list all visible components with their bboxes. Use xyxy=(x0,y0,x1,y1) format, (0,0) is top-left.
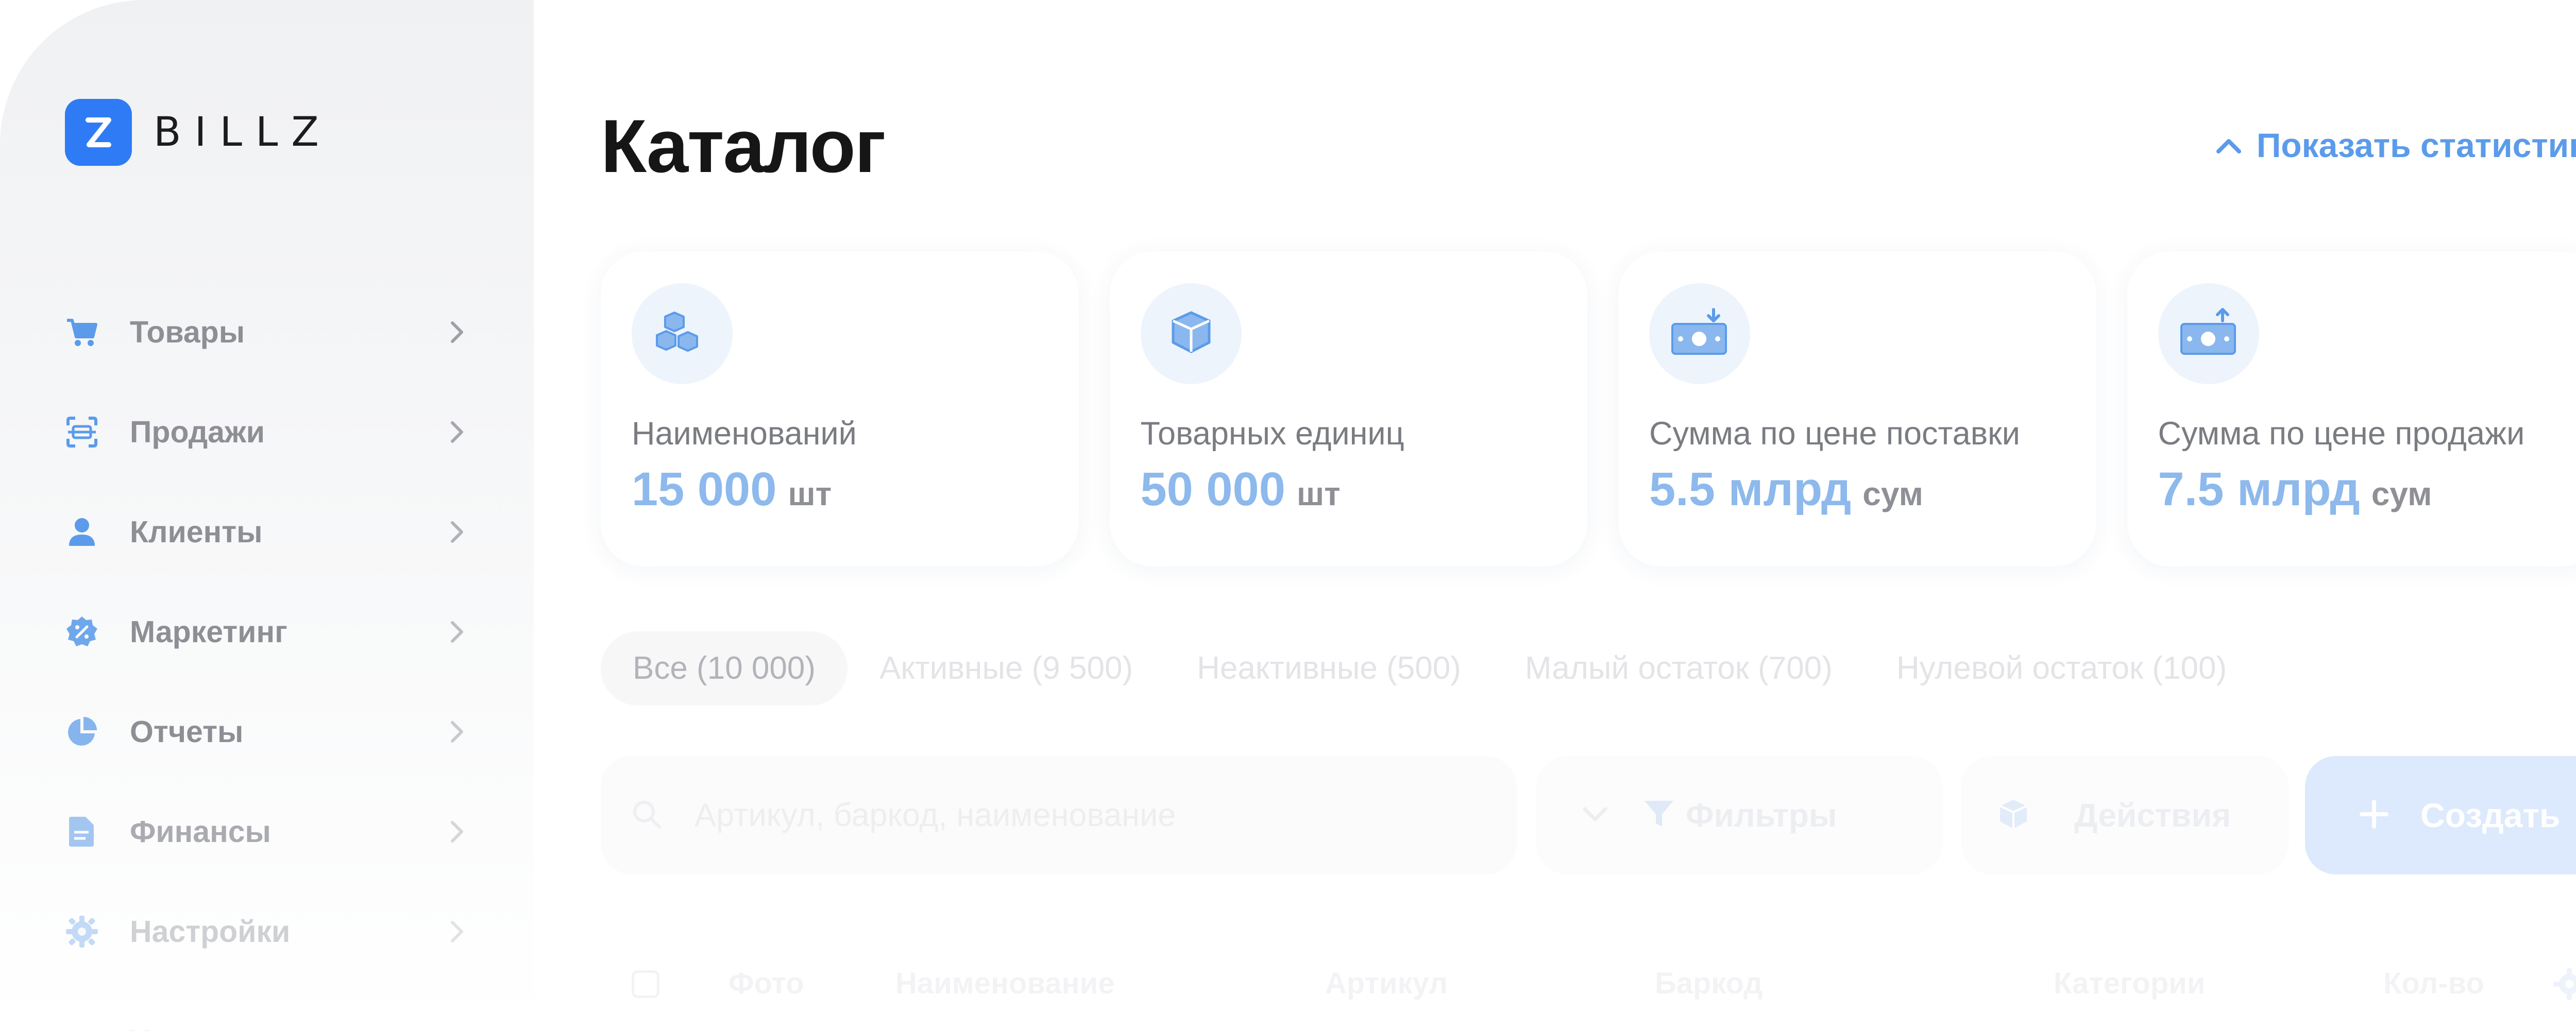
stat-unit: шт xyxy=(788,475,832,512)
sidebar-item-label: Клиенты xyxy=(130,515,263,549)
sidebar-item-clients[interactable]: Клиенты xyxy=(65,482,472,582)
actions-button[interactable]: Действия xyxy=(1961,756,2289,874)
column-photo[interactable]: Фото xyxy=(728,966,804,1001)
billz-logo-icon xyxy=(65,99,132,166)
page-title: Каталог xyxy=(601,104,886,188)
create-label: Создать xyxy=(2420,796,2561,834)
money-out-icon xyxy=(2158,283,2259,384)
tab-zero-stock[interactable]: Нулевой остаток (100) xyxy=(1865,631,2259,706)
stat-label: Товарных единиц xyxy=(1140,416,1404,452)
filter-icon xyxy=(1642,798,1675,833)
show-stats-link[interactable]: Показать статистику xyxy=(2214,126,2576,165)
stat-card-supply-sum: Сумма по цене поставки 5.5 млрд сум xyxy=(1618,251,2096,566)
sidebar-item-marketing[interactable]: Маркетинг xyxy=(65,582,472,682)
brand-logo[interactable]: BILLZ xyxy=(65,99,332,166)
stat-unit: сум xyxy=(2371,475,2432,512)
column-quantity[interactable]: Кол-во xyxy=(2383,966,2484,1001)
sidebar-item-management[interactable]: Управление xyxy=(65,982,472,1031)
column-article[interactable]: Артикул xyxy=(1325,966,1448,1001)
stat-label: Сумма по цене поставки xyxy=(1649,416,2020,452)
sidebar-item-label: Продажи xyxy=(130,415,265,449)
box-icon xyxy=(1140,283,1242,384)
catalog-toolbar: Фильтры Действия Создать xyxy=(601,756,2576,874)
discount-badge-icon xyxy=(65,615,99,649)
select-all-checkbox[interactable] xyxy=(632,970,659,998)
brand-name: BILLZ xyxy=(154,109,332,156)
sidebar-item-sales[interactable]: Продажи xyxy=(65,382,472,482)
column-name[interactable]: Наименование xyxy=(895,966,1115,1001)
sidebar-item-label: Маркетинг xyxy=(130,615,287,649)
column-barcode[interactable]: Баркод xyxy=(1655,966,1762,1001)
sidebar-item-reports[interactable]: Отчеты xyxy=(65,682,472,782)
column-settings-icon[interactable] xyxy=(2552,967,2576,1004)
tab-active[interactable]: Активные (9 500) xyxy=(848,631,1165,706)
stat-label: Сумма по цене продажи xyxy=(2158,416,2525,452)
stat-number: 7.5 млрд xyxy=(2158,463,2360,516)
chevron-down-icon[interactable] xyxy=(1580,804,1611,827)
show-stats-label: Показать статистику xyxy=(2256,126,2576,164)
sidebar-item-label: Финансы xyxy=(130,815,271,849)
stat-number: 15 000 xyxy=(632,463,777,516)
stat-card-items: Наименований 15 000 шт xyxy=(601,251,1079,566)
column-categories[interactable]: Категории xyxy=(2054,966,2206,1001)
scan-icon xyxy=(65,415,99,449)
money-in-icon xyxy=(1649,283,1750,384)
management-icon xyxy=(65,1025,99,1031)
chevron-right-icon xyxy=(441,916,472,947)
sidebar-item-finance[interactable]: Финансы xyxy=(65,782,472,882)
sidebar-item-label: Управление xyxy=(130,1024,310,1031)
chevron-right-icon xyxy=(441,616,472,647)
search-box xyxy=(601,756,1517,874)
search-input[interactable] xyxy=(694,797,1467,834)
sidebar: BILLZ Товары Продажи Клиенты Маркетинг О… xyxy=(0,0,534,1031)
pie-chart-icon xyxy=(65,715,99,749)
filters-label: Фильтры xyxy=(1686,797,1837,834)
stat-value: 15 000 шт xyxy=(632,462,832,517)
stats-row: Наименований 15 000 шт Товарных единиц 50… xyxy=(601,251,2576,566)
stat-unit: сум xyxy=(1862,475,1923,512)
chevron-right-icon xyxy=(441,716,472,747)
main-content: Каталог Показать статистику Наименований… xyxy=(601,0,2576,1031)
table-header: Фото Наименование Артикул Баркод Категор… xyxy=(601,966,2576,1012)
gear-icon xyxy=(65,915,99,949)
stat-label: Наименований xyxy=(632,416,857,452)
search-icon xyxy=(630,797,664,834)
user-icon xyxy=(65,515,99,549)
chevron-right-icon xyxy=(441,816,472,847)
tab-all[interactable]: Все (10 000) xyxy=(601,631,848,706)
sidebar-item-products[interactable]: Товары xyxy=(65,282,472,382)
sidebar-item-label: Настройки xyxy=(130,915,291,949)
sidebar-item-label: Товары xyxy=(130,315,245,349)
stat-card-units: Товарных единиц 50 000 шт xyxy=(1109,251,1587,566)
stat-number: 50 000 xyxy=(1140,463,1285,516)
tab-inactive[interactable]: Неактивные (500) xyxy=(1165,631,1493,706)
chevron-right-icon xyxy=(441,417,472,448)
chevron-right-icon xyxy=(441,317,472,348)
chevron-up-icon xyxy=(2216,139,2241,153)
stat-value: 50 000 шт xyxy=(1141,462,1341,517)
stat-value: 7.5 млрд сум xyxy=(2158,462,2432,517)
actions-label: Действия xyxy=(2074,797,2231,834)
chevron-right-icon xyxy=(441,517,472,547)
document-icon xyxy=(65,815,99,849)
sidebar-item-settings[interactable]: Настройки xyxy=(65,882,472,982)
cart-icon xyxy=(65,315,99,349)
plus-icon xyxy=(2359,799,2389,832)
box-icon xyxy=(1997,798,2030,833)
create-button[interactable]: Создать xyxy=(2305,756,2576,874)
status-tabs: Все (10 000) Активные (9 500) Неактивные… xyxy=(601,631,2259,706)
sidebar-nav: Товары Продажи Клиенты Маркетинг Отчеты … xyxy=(65,282,472,1031)
tab-low-stock[interactable]: Малый остаток (700) xyxy=(1493,631,1865,706)
stat-value: 5.5 млрд сум xyxy=(1649,462,1923,517)
filters-button[interactable]: Фильтры xyxy=(1536,756,1942,874)
boxes-icon xyxy=(632,283,733,384)
sidebar-item-label: Отчеты xyxy=(130,715,244,749)
stat-number: 5.5 млрд xyxy=(1649,463,1852,516)
stat-card-sale-sum: Сумма по цене продажи 7.5 млрд сум xyxy=(2127,251,2576,566)
stat-unit: шт xyxy=(1296,475,1341,512)
